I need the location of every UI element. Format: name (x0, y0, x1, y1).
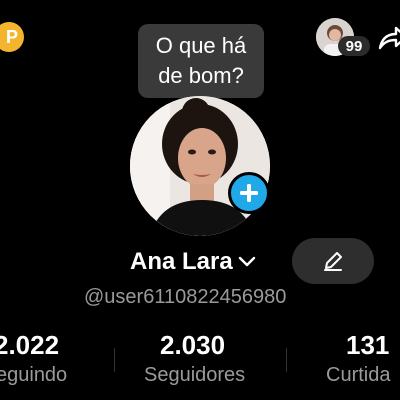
status-prompt-bubble[interactable]: O que há de bom? (138, 24, 264, 98)
status-prompt-line1: O que há (155, 33, 247, 58)
plus-icon (240, 184, 258, 202)
display-name: Ana Lara (130, 248, 233, 275)
edit-profile-button[interactable] (292, 238, 374, 284)
chevron-down-icon (238, 256, 255, 267)
likes-label: Curtida (326, 364, 391, 386)
notification-count-badge: 99 (338, 36, 370, 56)
points-coin-glyph: P (5, 26, 18, 47)
following-count[interactable]: 2.022 (0, 330, 59, 361)
profile-photo (130, 96, 270, 236)
share-icon[interactable] (376, 22, 400, 52)
following-label: eguindo (0, 364, 68, 386)
profile-avatar[interactable] (130, 96, 270, 236)
likes-count[interactable]: 131 (346, 330, 389, 361)
stats-divider (286, 348, 287, 372)
pencil-icon (324, 252, 342, 271)
status-prompt-line2: de bom? (158, 63, 244, 88)
points-coin-icon[interactable]: P (0, 22, 24, 52)
followers-label: Seguidores (144, 364, 246, 386)
account-switcher[interactable]: Ana Lara (130, 248, 257, 276)
stats-divider (114, 348, 115, 372)
add-story-button[interactable] (228, 172, 270, 214)
followers-count[interactable]: 2.030 (160, 330, 225, 361)
user-handle: @user6110822456980 (84, 286, 287, 308)
